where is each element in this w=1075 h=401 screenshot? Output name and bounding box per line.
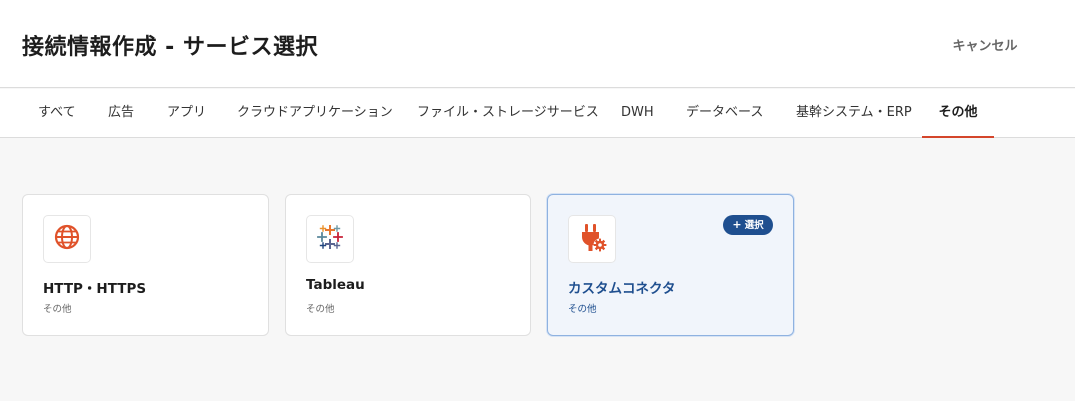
tableau-logo-icon — [316, 223, 344, 255]
tab-other[interactable]: その他 — [922, 89, 994, 138]
service-category: その他 — [568, 304, 597, 315]
service-name: Tableau — [306, 277, 365, 293]
page-header: 接続情報作成 - サービス選択 キャンセル — [0, 0, 1075, 88]
plug-gear-icon — [576, 221, 608, 257]
card-icon-container — [306, 215, 354, 263]
tab-cloud-applications[interactable]: クラウドアプリケーション — [237, 89, 393, 137]
tab-database[interactable]: データベース — [686, 89, 763, 137]
card-icon-container — [568, 215, 616, 263]
plus-icon: + — [732, 218, 742, 231]
service-category: その他 — [43, 304, 72, 315]
service-card-tableau[interactable]: Tableau その他 — [285, 194, 531, 336]
service-card-http[interactable]: HTTP・HTTPS その他 — [22, 194, 269, 336]
tab-file-storage[interactable]: ファイル・ストレージサービス — [417, 89, 599, 137]
service-card-custom-connector[interactable]: + 選択 カスタムコネクタ その他 — [547, 194, 794, 336]
service-name: HTTP・HTTPS — [43, 281, 147, 297]
tab-erp[interactable]: 基幹システム・ERP — [796, 89, 912, 137]
select-badge-label: 選択 — [744, 220, 764, 231]
tab-apps[interactable]: アプリ — [167, 89, 206, 137]
category-tabs: すべて 広告 アプリ クラウドアプリケーション ファイル・ストレージサービス D… — [0, 89, 1075, 138]
page-title: 接続情報作成 - サービス選択 — [22, 35, 318, 60]
cancel-button[interactable]: キャンセル — [940, 34, 1030, 54]
tab-dwh[interactable]: DWH — [621, 89, 654, 137]
tab-all[interactable]: すべて — [38, 89, 76, 137]
globe-icon — [53, 223, 81, 255]
service-category: その他 — [306, 304, 335, 315]
card-icon-container — [43, 215, 91, 263]
service-name: カスタムコネクタ — [568, 281, 676, 297]
tab-ads[interactable]: 広告 — [108, 89, 134, 137]
select-badge[interactable]: + 選択 — [723, 215, 773, 235]
